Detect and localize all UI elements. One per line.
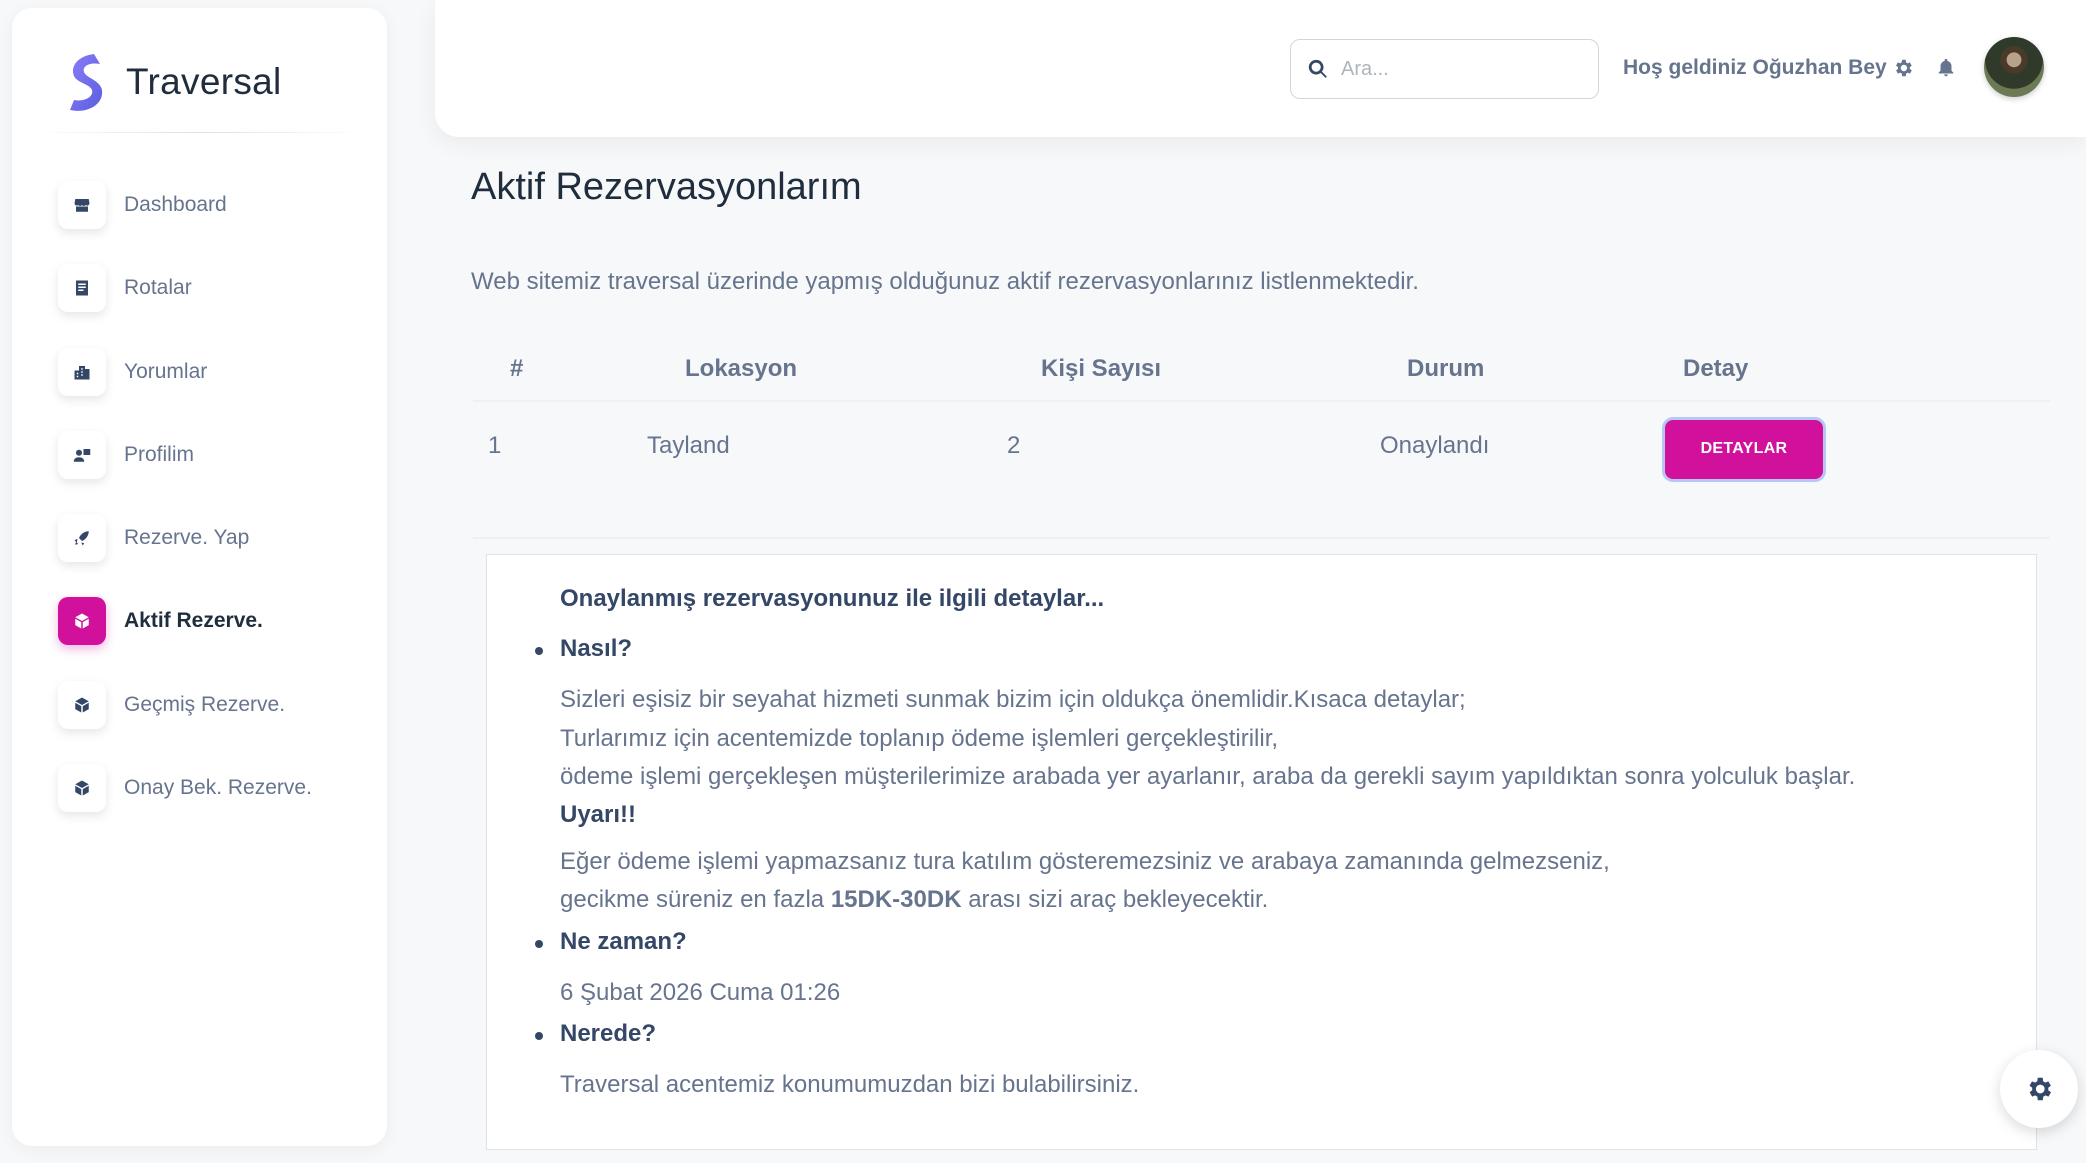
how-title: Nasıl? xyxy=(535,635,2020,663)
sidebar-item-label: Rotalar xyxy=(124,276,192,300)
bell-icon[interactable] xyxy=(1935,57,1957,79)
gear-icon[interactable] xyxy=(1892,57,1914,79)
document-icon xyxy=(58,264,106,313)
table-header: # Lokasyon Kişi Sayısı Durum Detay xyxy=(473,338,2050,402)
column-header: Lokasyon xyxy=(685,355,798,382)
warning-line: gecikme süreniz en fazla 15DK-30DK arası… xyxy=(560,881,2020,920)
sidebar-item-label: Yorumlar xyxy=(124,359,208,383)
warning-duration: 15DK-30DK xyxy=(830,886,962,913)
sidebar-item-gecmis-rezerve[interactable]: Geçmiş Rezerve. xyxy=(58,673,378,737)
reservation-details-panel: Onaylanmış rezervasyonunuz ile ilgili de… xyxy=(486,554,2037,1150)
search-box[interactable] xyxy=(1290,39,1599,99)
sidebar-item-rezerve-yap[interactable]: Rezerve. Yap xyxy=(58,506,378,570)
cell-people-count: 2 xyxy=(1007,432,1021,459)
when-value: 6 Şubat 2026 Cuma 01:26 xyxy=(560,978,841,1006)
cube-icon xyxy=(58,680,106,729)
shop-icon xyxy=(58,181,106,229)
where-title: Nerede? xyxy=(535,1020,2020,1048)
column-header: Kişi Sayısı xyxy=(1041,355,1162,382)
where-value: Traversal acentemiz konumumuzdan bizi bu… xyxy=(560,1071,1140,1098)
cell-number: 1 xyxy=(488,432,502,459)
settings-fab-button[interactable] xyxy=(2000,1050,2078,1128)
sidebar-item-profilim[interactable]: Profilim xyxy=(58,423,378,487)
table-row: 1 Tayland 2 Onaylandı DETAYLAR xyxy=(473,402,2050,539)
sidebar: Traversal Dashboard Rotalar Yorumlar Pro… xyxy=(12,8,387,1146)
sidebar-item-onay-bek-rezerve[interactable]: Onay Bek. Rezerve. xyxy=(58,756,378,820)
sidebar-nav: Dashboard Rotalar Yorumlar Profilim Reze… xyxy=(58,173,378,839)
warning-text-post: arası sizi araç bekleyecektir. xyxy=(968,886,1269,913)
cell-status: Onaylandı xyxy=(1380,432,1490,459)
sidebar-item-rotalar[interactable]: Rotalar xyxy=(58,256,378,320)
sidebar-item-label: Onay Bek. Rezerve. xyxy=(124,776,312,800)
details-button[interactable]: DETAYLAR xyxy=(1665,419,1823,479)
sidebar-item-label: Aktif Rezerve. xyxy=(124,609,263,633)
greeting-text[interactable]: Hoş geldiniz Oğuzhan Bey xyxy=(1623,56,1887,80)
column-header: Durum xyxy=(1407,355,1485,382)
reservations-table: # Lokasyon Kişi Sayısı Durum Detay 1 Tay… xyxy=(473,338,2050,539)
cube-icon xyxy=(58,597,106,646)
rocket-icon xyxy=(58,514,106,563)
sidebar-item-label: Rezerve. Yap xyxy=(124,526,250,550)
avatar[interactable] xyxy=(1984,37,2044,97)
how-line: Sizleri eşisiz bir seyahat hizmeti sunma… xyxy=(560,686,1466,713)
column-header: Detay xyxy=(1683,355,1749,382)
cell-detail: DETAYLAR xyxy=(1665,419,2050,537)
warning-line: Eğer ödeme işlemi yapmazsanız tura katıl… xyxy=(560,847,1610,875)
column-header: # xyxy=(510,355,524,382)
office-icon xyxy=(58,347,106,396)
warning-title: Uyarı!! xyxy=(560,800,637,828)
page-description: Web sitemiz traversal üzerinde yapmış ol… xyxy=(471,268,1419,295)
gear-icon xyxy=(2029,1077,2051,1101)
page-title: Aktif Rezervasyonlarım xyxy=(471,166,862,208)
sidebar-item-aktif-rezerve[interactable]: Aktif Rezerve. xyxy=(58,589,378,653)
how-line: ödeme işlemi gerçekleşen müşterilerimize… xyxy=(560,763,1856,790)
details-heading: Onaylanmış rezervasyonunuz ile ilgili de… xyxy=(560,585,1105,612)
warning-text-pre: gecikme süreniz en fazla xyxy=(560,886,825,913)
search-input[interactable] xyxy=(1341,57,1581,81)
brand[interactable]: Traversal xyxy=(64,50,282,114)
top-navbar: Hoş geldiniz Oğuzhan Bey xyxy=(435,0,2086,137)
cell-location: Tayland xyxy=(647,432,730,459)
cube-icon xyxy=(58,764,106,813)
when-title: Ne zaman? xyxy=(535,928,2020,956)
traversal-logo-icon xyxy=(70,54,103,111)
sidebar-item-dashboard[interactable]: Dashboard xyxy=(58,173,378,237)
sidebar-item-yorumlar[interactable]: Yorumlar xyxy=(58,340,378,404)
search-icon xyxy=(1308,59,1327,78)
how-line: Turlarımız için acentemizde toplanıp öde… xyxy=(560,724,1279,752)
sidebar-item-label: Geçmiş Rezerve. xyxy=(124,692,286,716)
brand-name: Traversal xyxy=(126,61,282,102)
sidebar-item-label: Profilim xyxy=(124,442,195,466)
user-card-icon xyxy=(58,430,106,479)
sidebar-item-label: Dashboard xyxy=(124,193,227,216)
sidebar-divider xyxy=(32,132,367,133)
